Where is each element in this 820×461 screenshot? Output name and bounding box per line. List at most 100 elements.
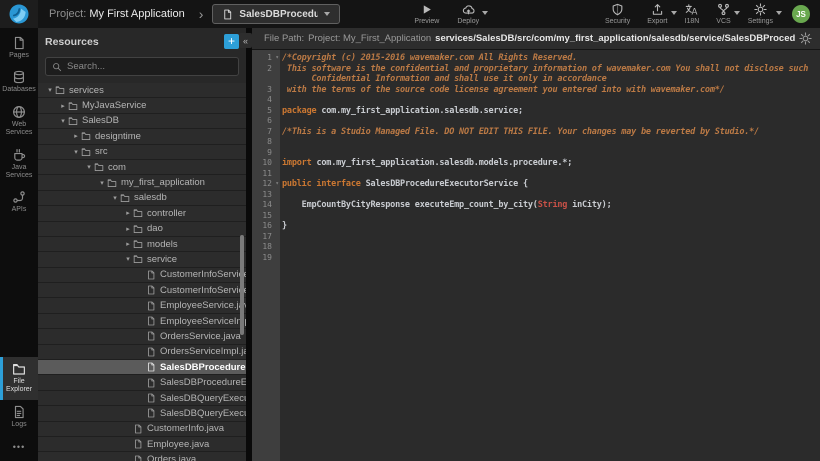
code-text (276, 253, 282, 264)
code-editor[interactable]: 1▾/*Copyright (c) 2015-2016 wavemaker.co… (252, 50, 820, 461)
tree-toggle-icon[interactable]: ▾ (97, 179, 107, 187)
tree-file-ordersservice-java[interactable]: OrdersService.java (38, 329, 246, 344)
svg-text:A: A (692, 8, 698, 16)
tree-file-customerinfoservice-java[interactable]: CustomerInfoService.java (38, 268, 246, 283)
tree-folder-salesdb[interactable]: ▾salesdb (38, 191, 246, 206)
tree-file-ordersserviceimpl-java[interactable]: OrdersServiceImpl.java (38, 345, 246, 360)
tree-file-salesdbprocedureexecutorservice-java[interactable]: SalesDBProcedureExecutorService.java (38, 360, 246, 375)
tree-toggle-icon[interactable]: ▸ (58, 102, 68, 110)
code-text: package com.my_first_application.salesdb… (276, 106, 523, 117)
fold-toggle-icon[interactable]: ▾ (275, 179, 279, 190)
sidebar-item-logs[interactable]: Logs (0, 400, 38, 434)
tree-folder-models[interactable]: ▸models (38, 237, 246, 252)
code-line: 9 (252, 148, 820, 159)
tree-toggle-icon[interactable]: ▸ (123, 209, 133, 217)
sidebar-item-databases[interactable]: Databases (0, 65, 38, 99)
tree-toggle-icon[interactable]: ▸ (123, 240, 133, 248)
tree-item-label: OrdersService.java (160, 331, 241, 342)
deploy-button[interactable]: Deploy (457, 3, 479, 25)
tree-toggle-icon[interactable]: ▸ (71, 132, 81, 140)
sidebar-item-java-services[interactable]: Java Services (0, 143, 38, 186)
tree-toggle-icon[interactable]: ▾ (84, 163, 94, 171)
tree-folder-controller[interactable]: ▸controller (38, 206, 246, 221)
code-line: 13 (252, 190, 820, 201)
tree-toggle-icon[interactable]: ▾ (45, 86, 55, 94)
export-button[interactable]: Export (647, 3, 667, 25)
sidebar-more-button[interactable]: ••• (0, 434, 38, 455)
tree-file-customerinfo-java[interactable]: CustomerInfo.java (38, 422, 246, 437)
coffee-icon (12, 148, 26, 162)
code-line: 4 (252, 95, 820, 106)
line-number: 11 (252, 169, 276, 180)
project-title: Project: My First Application (49, 8, 185, 20)
sidebar-item-apis[interactable]: APIs (0, 185, 38, 219)
code-line: 7/*This is a Studio Managed File. DO NOT… (252, 127, 820, 138)
sidebar-item-file-explorer[interactable]: File Explorer (0, 357, 38, 400)
line-number: 12▾ (252, 179, 276, 190)
tree-scrollbar[interactable] (240, 235, 244, 335)
tree-item-label: CustomerInfo.java (147, 423, 224, 434)
sidebar-item-web-services[interactable]: Web Services (0, 100, 38, 143)
tree-item-label: CustomerInfoService.java (160, 269, 246, 280)
tree-item-label: Orders.java (147, 454, 196, 461)
tree-folder-services[interactable]: ▾services (38, 83, 246, 98)
tree-file-salesdbprocedureexecutorserviceimpl-java[interactable]: SalesDBProcedureExecutorServiceImpl.java (38, 375, 246, 390)
tree-toggle-icon[interactable]: ▾ (110, 194, 120, 202)
tree-folder-salesdb[interactable]: ▾ SalesDB (38, 114, 246, 129)
add-resource-button[interactable]: + (224, 34, 239, 49)
preview-button[interactable]: Preview (414, 3, 439, 25)
i18n-label: I18N (685, 18, 700, 25)
tree-item-label: com (108, 162, 126, 173)
tree-folder-designtime[interactable]: ▸designtime (38, 129, 246, 144)
tree-folder-src[interactable]: ▾src (38, 145, 246, 160)
code-line: 18 (252, 242, 820, 253)
folder-icon (68, 116, 78, 126)
editor-settings-gear-icon[interactable] (799, 32, 812, 45)
code-text (276, 211, 282, 222)
line-number: 14 (252, 200, 276, 211)
code-text: Confidential Information and shall use i… (276, 74, 607, 85)
tree-toggle-icon[interactable]: ▾ (71, 148, 81, 156)
tree-item-label: SalesDB (82, 115, 119, 126)
vcs-button[interactable]: VCS (716, 3, 730, 25)
folder-icon (120, 193, 130, 203)
tree-file-salesdbqueryexecutorserviceimpl-java[interactable]: SalesDBQueryExecutorServiceImpl.java (38, 406, 246, 421)
code-text: This software is the confidential and pr… (276, 64, 808, 75)
file-icon (146, 301, 156, 311)
tree-file-customerinfoserviceimpl-java[interactable]: CustomerInfoServiceImpl.java (38, 283, 246, 298)
i18n-button[interactable]: A I18N (685, 3, 700, 25)
sidebar-item-pages[interactable]: Pages (0, 31, 38, 65)
tree-file-employeeserviceimpl-java[interactable]: EmployeeServiceImpl.java (38, 314, 246, 329)
code-line: 3 with the terms of the source code lice… (252, 85, 820, 96)
open-file-dropdown[interactable]: SalesDBProcedureE... (212, 4, 340, 24)
tree-toggle-icon[interactable]: ▾ (58, 117, 68, 125)
tree-toggle-icon[interactable]: ▾ (123, 255, 133, 263)
tree-file-employeeservice-java[interactable]: EmployeeService.java (38, 298, 246, 313)
chevron-down-icon (482, 11, 488, 15)
security-button[interactable]: Security (605, 3, 630, 25)
wavemaker-logo[interactable] (0, 0, 38, 28)
tree-folder-myjavaservice[interactable]: ▸MyJavaService (38, 98, 246, 113)
file-icon (146, 393, 156, 403)
collapse-panel-button[interactable]: « (239, 33, 252, 48)
tree-folder-service[interactable]: ▾service (38, 252, 246, 267)
file-icon (146, 378, 156, 388)
line-number: 9 (252, 148, 276, 159)
tree-folder-dao[interactable]: ▸dao (38, 222, 246, 237)
tree-folder-com[interactable]: ▾ com (38, 160, 246, 175)
export-icon (651, 3, 664, 16)
settings-button[interactable]: Settings (748, 3, 773, 25)
main-area: PagesDatabasesWeb ServicesJava ServicesA… (0, 28, 820, 461)
chevron-right-icon: › (199, 6, 204, 22)
fold-toggle-icon[interactable]: ▾ (275, 53, 279, 64)
file-icon (222, 9, 233, 20)
user-avatar[interactable]: JS (792, 5, 810, 23)
code-text (276, 190, 282, 201)
tree-file-orders-java[interactable]: Orders.java (38, 452, 246, 461)
i18n-icon: A (685, 3, 698, 16)
tree-file-employee-java[interactable]: Employee.java (38, 437, 246, 452)
search-input[interactable] (67, 61, 232, 72)
tree-toggle-icon[interactable]: ▸ (123, 225, 133, 233)
tree-folder-my-first-application[interactable]: ▾my_first_application (38, 175, 246, 190)
tree-file-salesdbqueryexecutorservice-java[interactable]: SalesDBQueryExecutorService.java (38, 391, 246, 406)
